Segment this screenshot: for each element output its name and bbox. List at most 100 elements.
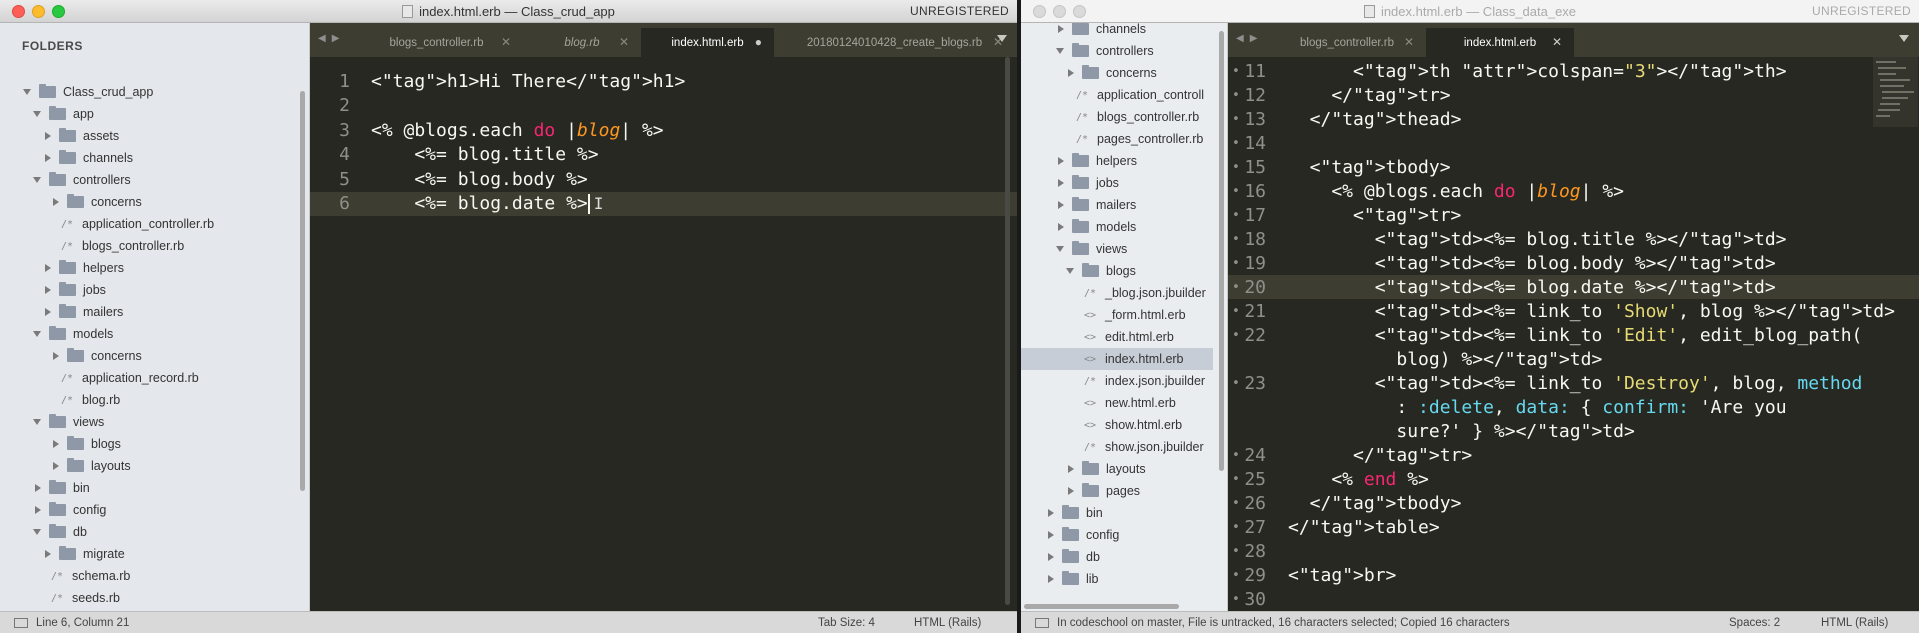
editor-scrollbar[interactable] (1005, 57, 1010, 605)
tab-index-html-erb[interactable]: index.html.erb ✕ (1426, 28, 1574, 57)
close-tab-icon[interactable]: ✕ (619, 35, 629, 49)
tree-item-index-json-jbuilder[interactable]: /* index.json.jbuilder (1021, 370, 1213, 392)
minimap[interactable] (1873, 57, 1918, 127)
disclosure-open-icon[interactable] (1056, 246, 1064, 252)
disclosure-closed-icon[interactable] (1058, 201, 1064, 209)
code-line[interactable]: • 30 (1228, 587, 1919, 611)
tree-item-application-controll[interactable]: /* application_controll (1021, 84, 1213, 106)
code-line[interactable]: • 29 <"tag">br> (1228, 563, 1919, 587)
disclosure-open-icon[interactable] (33, 419, 41, 425)
tree-item-assets[interactable]: assets (0, 125, 300, 147)
tree-item-controllers[interactable]: controllers (1021, 40, 1213, 62)
tree-item-models[interactable]: models (1021, 216, 1213, 238)
disclosure-open-icon[interactable] (33, 331, 41, 337)
code-line[interactable]: • 23 <"tag">td><%= link_to 'Destroy', blo… (1228, 371, 1919, 395)
tree-item-jobs[interactable]: jobs (1021, 172, 1213, 194)
disclosure-open-icon[interactable] (1056, 48, 1064, 54)
disclosure-closed-icon[interactable] (53, 440, 59, 448)
code-line[interactable]: • 27 </"tag">table> (1228, 515, 1919, 539)
code-line[interactable]: • 24 </"tag">tr> (1228, 443, 1919, 467)
disclosure-closed-icon[interactable] (35, 506, 41, 514)
code-line[interactable]: sure?' } %></"tag">td> (1228, 419, 1919, 443)
left-code-editor[interactable]: 1 <"tag">h1>Hi There</"tag">h1> 2 3 <% @blog… (310, 57, 1017, 611)
code-line[interactable]: • 15 <"tag">tbody> (1228, 155, 1919, 179)
tree-item-config[interactable]: config (1021, 524, 1213, 546)
tree-item-layouts[interactable]: layouts (0, 455, 300, 477)
code-line[interactable]: • 17 <"tag">tr> (1228, 203, 1919, 227)
indentation-setting[interactable]: Spaces: 2 (1729, 617, 1821, 629)
disclosure-closed-icon[interactable] (1068, 69, 1074, 77)
code-line[interactable]: • 12 </"tag">tr> (1228, 83, 1919, 107)
disclosure-closed-icon[interactable] (1048, 531, 1054, 539)
tab-nav-arrows-icon[interactable]: ◀▶ (318, 33, 345, 44)
tree-item-mailers[interactable]: mailers (0, 301, 300, 323)
sidebar-hscrollbar[interactable] (1024, 604, 1179, 609)
minimize-window-button[interactable] (32, 5, 45, 18)
code-line[interactable]: • 14 (1228, 131, 1919, 155)
tab-size-setting[interactable]: Tab Size: 4 (818, 617, 914, 629)
tree-item-blogs-controller-rb[interactable]: /* blogs_controller.rb (0, 235, 300, 257)
code-line[interactable]: : :delete, data: { confirm: 'Are you (1228, 395, 1919, 419)
disclosure-closed-icon[interactable] (1058, 223, 1064, 231)
disclosure-closed-icon[interactable] (53, 352, 59, 360)
tab-blogs-controller-rb[interactable]: blogs_controller.rb ✕ (1268, 28, 1426, 57)
code-line[interactable]: • 28 (1228, 539, 1919, 563)
close-tab-icon[interactable]: ✕ (1404, 35, 1414, 49)
code-line[interactable]: 1 <"tag">h1>Hi There</"tag">h1> (310, 69, 1017, 93)
tree-item-class-crud-app[interactable]: Class_crud_app (0, 81, 300, 103)
tree-item-blogs[interactable]: blogs (1021, 260, 1213, 282)
unsaved-dot-icon[interactable]: ● (755, 35, 762, 49)
tab-blog-rb[interactable]: blog.rb ✕ (523, 28, 641, 57)
close-tab-icon[interactable]: ✕ (501, 35, 511, 49)
disclosure-closed-icon[interactable] (1058, 179, 1064, 187)
disclosure-closed-icon[interactable] (45, 550, 51, 558)
tree-item-pages[interactable]: pages (1021, 480, 1213, 502)
tree-item-views[interactable]: views (0, 411, 300, 433)
tab-nav-arrows-icon[interactable]: ◀▶ (1236, 33, 1263, 44)
disclosure-closed-icon[interactable] (1068, 487, 1074, 495)
tab-index-html-erb[interactable]: index.html.erb ● (641, 28, 774, 57)
tree-item-show-html-erb[interactable]: <> show.html.erb (1021, 414, 1213, 436)
close-window-button[interactable] (1033, 5, 1046, 18)
tree-item-channels[interactable]: channels (0, 147, 300, 169)
tree-item-app[interactable]: app (0, 103, 300, 125)
disclosure-closed-icon[interactable] (35, 484, 41, 492)
disclosure-open-icon[interactable] (23, 89, 31, 95)
disclosure-closed-icon[interactable] (45, 286, 51, 294)
tree-item-db[interactable]: db (1021, 546, 1213, 568)
disclosure-closed-icon[interactable] (45, 264, 51, 272)
tree-item-config[interactable]: config (0, 499, 300, 521)
code-line[interactable]: • 22 <"tag">td><%= link_to 'Edit', edit_b… (1228, 323, 1919, 347)
disclosure-closed-icon[interactable] (53, 198, 59, 206)
disclosure-closed-icon[interactable] (1058, 25, 1064, 33)
code-line[interactable]: • 16 <% @blogs.each do |blog| %> (1228, 179, 1919, 203)
tree-item-views[interactable]: views (1021, 238, 1213, 260)
zoom-window-button[interactable] (52, 5, 65, 18)
code-line[interactable]: 4 <%= blog.title %> (310, 143, 1017, 167)
code-line[interactable]: 2 (310, 94, 1017, 118)
tree-item-edit-html-erb[interactable]: <> edit.html.erb (1021, 326, 1213, 348)
disclosure-closed-icon[interactable] (1048, 553, 1054, 561)
code-line[interactable]: • 18 <"tag">td><%= blog.title %></"tag">t… (1228, 227, 1919, 251)
code-line[interactable]: 5 <%= blog.body %> (310, 167, 1017, 191)
code-line[interactable]: blog) %></"tag">td> (1228, 347, 1919, 371)
code-line[interactable]: • 26 </"tag">tbody> (1228, 491, 1919, 515)
tree-item-channels[interactable]: channels (1021, 23, 1213, 40)
tree-item-concerns[interactable]: concerns (0, 345, 300, 367)
right-code-editor[interactable]: • 11 <"tag">th "attr">colspan="3"></"tag"… (1228, 57, 1919, 611)
tree-item-helpers[interactable]: helpers (1021, 150, 1213, 172)
tab-dropdown-icon[interactable] (997, 35, 1007, 42)
sidebar-scrollbar[interactable] (1219, 31, 1224, 471)
panel-toggle-icon[interactable] (1035, 617, 1049, 628)
code-line[interactable]: 6 <%= blog.date %> I (310, 191, 1017, 216)
tree-item-blogs-controller-rb[interactable]: /* blogs_controller.rb (1021, 106, 1213, 128)
disclosure-closed-icon[interactable] (53, 462, 59, 470)
disclosure-closed-icon[interactable] (45, 132, 51, 140)
disclosure-open-icon[interactable] (1066, 268, 1074, 274)
disclosure-open-icon[interactable] (33, 177, 41, 183)
tree-item-db[interactable]: db (0, 521, 300, 543)
disclosure-open-icon[interactable] (33, 111, 41, 117)
tree-item-helpers[interactable]: helpers (0, 257, 300, 279)
tree-item-blogs[interactable]: blogs (0, 433, 300, 455)
tree-item-blog-rb[interactable]: /* blog.rb (0, 389, 300, 411)
